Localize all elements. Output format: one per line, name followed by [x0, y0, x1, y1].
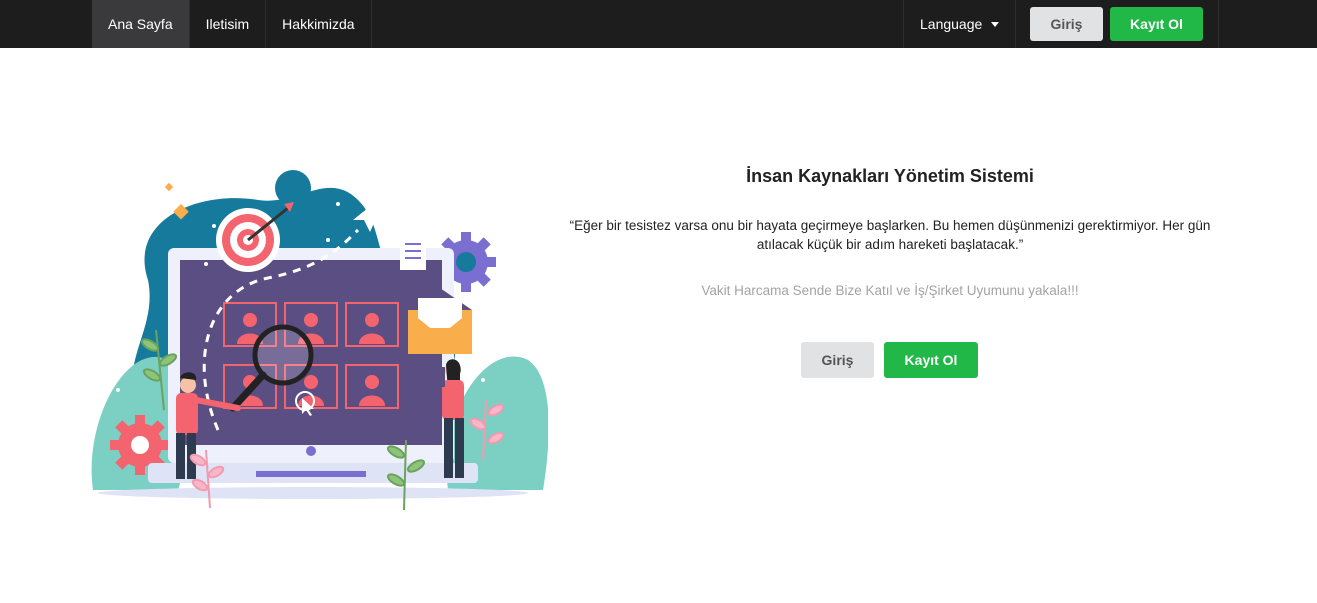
language-label: Language — [920, 16, 983, 32]
document-icon — [400, 234, 426, 270]
hero-illustration — [91, 170, 548, 511]
monitor-dot — [306, 446, 316, 456]
language-dropdown[interactable]: Language — [903, 0, 1017, 48]
nav-link-about[interactable]: Hakkimizda — [266, 0, 372, 48]
nav-links: Ana Sayfa Iletisim Hakkimizda — [92, 0, 372, 48]
nav-link-contact-label: Iletisim — [205, 16, 250, 32]
hero-quote: “Eğer bir tesistez varsa onu bir hayata … — [569, 218, 1211, 252]
nav-link-contact[interactable]: Iletisim — [190, 0, 267, 48]
nav-link-home[interactable]: Ana Sayfa — [92, 0, 190, 48]
hero-login-label: Giriş — [821, 352, 854, 368]
chevron-down-icon — [991, 21, 1000, 27]
nav-link-about-label: Hakkimizda — [282, 16, 355, 32]
navbar-login-label: Giriş — [1050, 16, 1083, 32]
hero-register-button[interactable]: Kayıt Ol — [884, 342, 978, 378]
navbar-register-label: Kayıt Ol — [1130, 16, 1183, 32]
navbar-register-button[interactable]: Kayıt Ol — [1110, 7, 1203, 41]
monitor-stand — [256, 471, 366, 477]
nav-link-home-label: Ana Sayfa — [108, 16, 173, 32]
diamond-orange-small — [164, 182, 174, 192]
nav-right: Language — [903, 0, 1017, 48]
floor-shadow — [98, 487, 528, 499]
hero-login-button[interactable]: Giriş — [801, 342, 874, 378]
nav-divider-right — [1218, 0, 1219, 48]
hero-tagline: Vakit Harcama Sende Bize Katıl ve İş/Şir… — [701, 283, 1079, 298]
top-navbar: Ana Sayfa Iletisim Hakkimizda Language G… — [0, 0, 1317, 48]
page-title: İnsan Kaynakları Yönetim Sistemi — [746, 166, 1034, 186]
navbar-login-button[interactable]: Giriş — [1030, 7, 1103, 41]
hero-register-label: Kayıt Ol — [904, 352, 958, 368]
blob-bubble — [275, 170, 311, 206]
